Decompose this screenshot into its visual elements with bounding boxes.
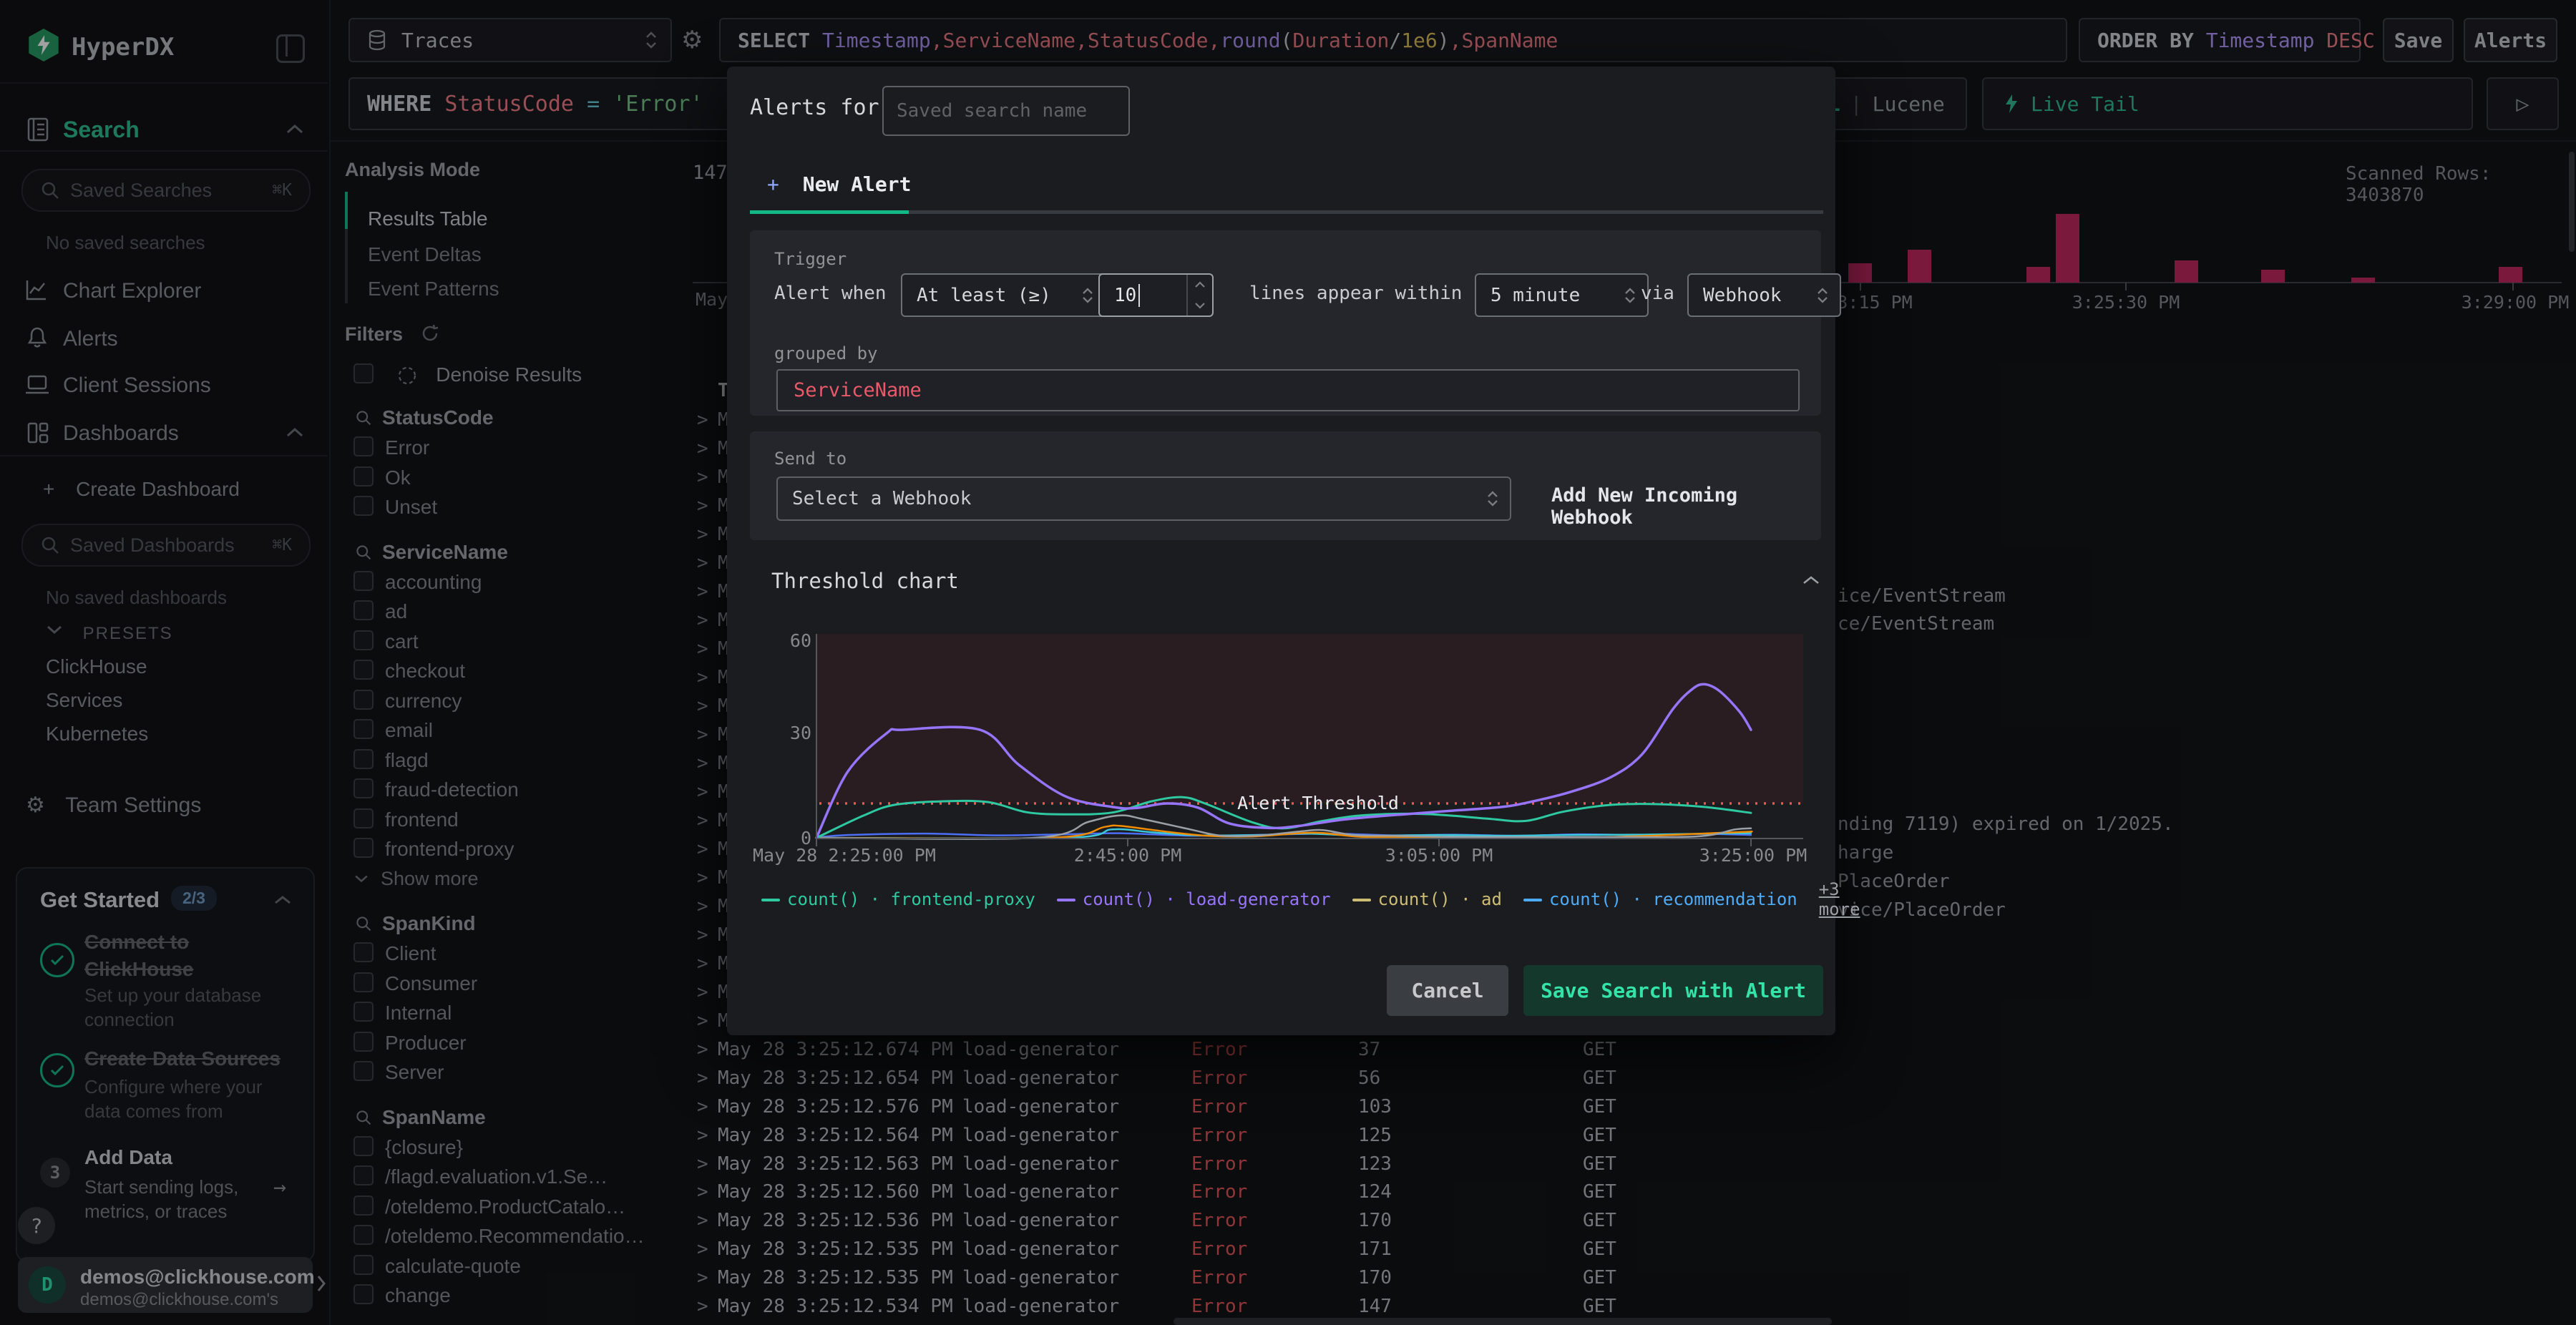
grouped-by-label: grouped by (774, 343, 878, 363)
legend-item[interactable]: count() · recommendation (1523, 889, 1797, 909)
plus-icon: + (767, 172, 779, 196)
cancel-button[interactable]: Cancel (1387, 965, 1508, 1016)
svg-text:3:25:00 PM: 3:25:00 PM (1699, 845, 1807, 866)
text-caret (1138, 283, 1141, 307)
chevron-up-icon[interactable] (1194, 281, 1206, 288)
modal-title: Alerts for (750, 95, 879, 120)
via-label: via (1641, 283, 1674, 304)
send-to-panel: Send to Select a Webhook Add New Incomin… (750, 431, 1821, 540)
chevron-updown-icon (1488, 491, 1498, 507)
lines-appear-label: lines appear within (1249, 283, 1463, 304)
chevron-updown-icon (1818, 287, 1828, 303)
save-search-with-alert-button[interactable]: Save Search with Alert (1523, 965, 1823, 1016)
threshold-chart: 03060May 28 2:25:00 PM 2:45:00 PM 3:05:00 … (753, 630, 1807, 866)
tab-underline-active (750, 210, 909, 214)
svg-text:60: 60 (790, 630, 811, 651)
chevron-updown-icon (1083, 287, 1093, 303)
name-placeholder: Saved search name (897, 100, 1088, 122)
alert-when-label: Alert when (774, 283, 887, 304)
interval-select[interactable]: 5 minute (1475, 273, 1649, 317)
tab-new-alert[interactable]: + New Alert (767, 172, 911, 196)
svg-text:May 28 2:25:00 PM: May 28 2:25:00 PM (753, 845, 936, 866)
trigger-panel: Trigger Alert when At least (≥) 10 lines… (750, 230, 1841, 416)
channel-select[interactable]: Webhook (1687, 273, 1841, 317)
collapse-section-button[interactable] (1802, 575, 1820, 589)
threshold-type-select[interactable]: At least (≥) (901, 273, 1106, 317)
legend-dash-icon (1523, 899, 1542, 901)
app-root: HyperDX Search Saved Searches ⌘K No save… (0, 0, 2576, 1325)
svg-text:30: 30 (790, 723, 811, 743)
legend-item[interactable]: count() · ad (1352, 889, 1502, 909)
alerts-modal: Alerts for Saved search name + New Alert… (727, 67, 1860, 1035)
legend-more-button[interactable]: +3 more (1819, 879, 1860, 919)
number-stepper[interactable] (1186, 275, 1212, 316)
chevron-up-icon (1803, 576, 1819, 585)
legend-dash-icon (1352, 899, 1371, 901)
webhook-select[interactable]: Select a Webhook (776, 476, 1511, 521)
legend-dash-icon (1056, 899, 1075, 901)
legend-dash-icon (761, 899, 780, 901)
chevron-updown-icon (1625, 287, 1635, 303)
svg-text:Alert Threshold: Alert Threshold (1237, 793, 1399, 813)
svg-text:2:45:00 PM: 2:45:00 PM (1074, 845, 1182, 866)
svg-text:3:05:00 PM: 3:05:00 PM (1385, 845, 1493, 866)
grouped-by-value: ServiceName (794, 379, 922, 401)
chevron-down-icon[interactable] (1194, 302, 1206, 309)
threshold-chart-label: Threshold chart (771, 569, 959, 593)
tab-underline-track (750, 210, 1823, 214)
add-webhook-button[interactable]: Add New Incoming Webhook (1551, 484, 1821, 529)
threshold-value-input[interactable]: 10 (1098, 273, 1214, 317)
chart-legend: count() · frontend-proxy count() · load-g… (761, 879, 1860, 919)
grouped-by-input[interactable]: ServiceName (776, 369, 1800, 411)
legend-item[interactable]: count() · frontend-proxy (761, 889, 1035, 909)
trigger-label: Trigger (774, 249, 847, 269)
send-to-label: Send to (774, 449, 847, 469)
legend-item[interactable]: count() · load-generator (1056, 889, 1331, 909)
saved-search-name-input[interactable]: Saved search name (882, 86, 1130, 136)
